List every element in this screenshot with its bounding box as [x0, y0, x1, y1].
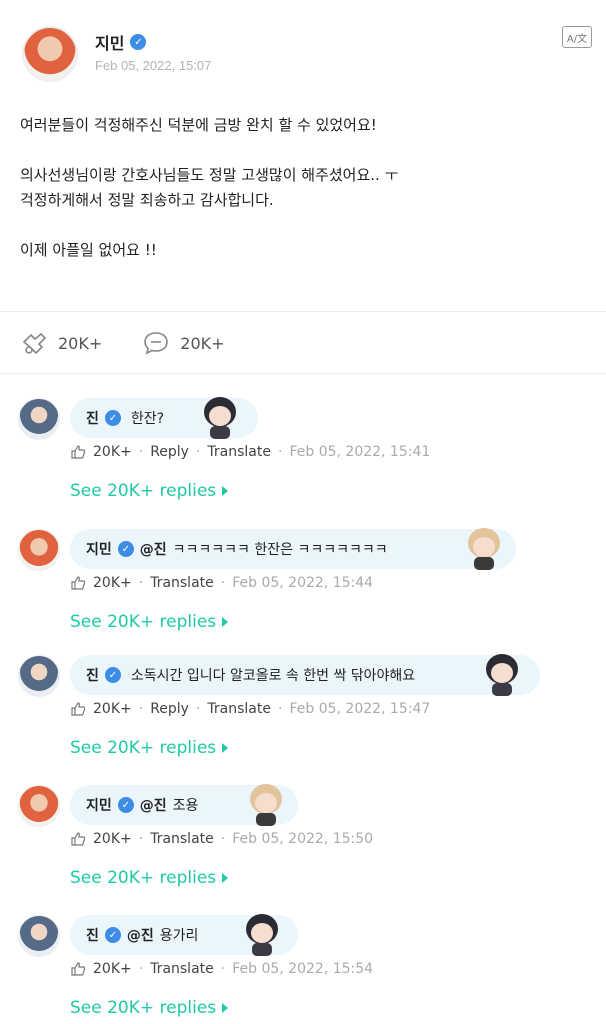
- comment-time: Feb 05, 2022, 15:50: [232, 831, 374, 847]
- translate-button[interactable]: Translate: [150, 831, 214, 847]
- translate-icon[interactable]: A/文: [562, 26, 592, 48]
- comment-text: 조용: [172, 798, 199, 814]
- translate-button[interactable]: Translate: [150, 961, 214, 977]
- post-date: Feb 05, 2022, 15:07: [95, 58, 212, 73]
- jimin-sticker-icon: [250, 784, 282, 826]
- like-icon: [22, 332, 47, 355]
- verified-badge-icon: ✓: [104, 410, 121, 426]
- comment-stat[interactable]: 20K+: [142, 330, 225, 356]
- comment-bubble[interactable]: 진 ✓ 소독시간 입니다 알코올로 속 한번 싹 닦아야해요: [70, 655, 540, 695]
- post-paragraph: 이제 아플일 없어요 !!: [20, 241, 157, 259]
- see-replies-link[interactable]: See 20K+ replies: [70, 612, 229, 632]
- jin-sticker-icon: [246, 914, 278, 956]
- comment-avatar[interactable]: [18, 655, 60, 697]
- comment-icon: [144, 332, 169, 355]
- see-replies-label: See 20K+ replies: [70, 868, 217, 888]
- caret-right-icon: [222, 617, 229, 627]
- comment-like-count: 20K+: [93, 961, 132, 977]
- post-header: 지민 ✓ Feb 05, 2022, 15:07 A/文: [22, 26, 592, 86]
- comment-mention[interactable]: @진: [140, 539, 167, 559]
- comment-time: Feb 05, 2022, 15:44: [232, 575, 374, 591]
- thumbs-up-icon[interactable]: [70, 701, 86, 717]
- comment-like-count: 20K+: [93, 831, 132, 847]
- post-paragraph: 여러분들이 걱정해주신 덕분에 금방 완치 할 수 있었어요!: [20, 116, 377, 134]
- reply-button[interactable]: Reply: [150, 444, 189, 460]
- verified-badge-icon: ✓: [104, 927, 121, 943]
- caret-right-icon: [222, 486, 229, 496]
- see-replies-label: See 20K+ replies: [70, 998, 217, 1018]
- comment-time: Feb 05, 2022, 15:47: [289, 701, 431, 717]
- author-avatar[interactable]: [22, 26, 78, 82]
- verified-badge-icon: ✓: [117, 797, 134, 813]
- verified-badge-icon: ✓: [130, 34, 147, 50]
- jin-sticker-icon: [204, 397, 236, 439]
- caret-right-icon: [222, 743, 229, 753]
- comment-meta: 20K+ · Translate · Feb 05, 2022, 15:44: [70, 575, 373, 591]
- translate-button[interactable]: Translate: [207, 444, 271, 460]
- comment-avatar[interactable]: [18, 398, 60, 440]
- see-replies-link[interactable]: See 20K+ replies: [70, 868, 229, 888]
- comment-author[interactable]: 진: [86, 408, 99, 428]
- comment-bubble[interactable]: 지민 ✓ @진 ㅋㅋㅋㅋㅋㅋ 한잔은 ㅋㅋㅋㅋㅋㅋㅋ: [70, 529, 516, 569]
- verified-badge-icon: ✓: [117, 541, 134, 557]
- comment-like-count: 20K+: [93, 444, 132, 460]
- thumbs-up-icon[interactable]: [70, 575, 86, 591]
- comment-text: 한잔?: [130, 411, 165, 427]
- comment-text: 용가리: [159, 928, 199, 944]
- comment-count: 20K+: [180, 333, 225, 353]
- author-row: 지민 ✓: [95, 30, 147, 54]
- thumbs-up-icon[interactable]: [70, 961, 86, 977]
- comment-like-count: 20K+: [93, 575, 132, 591]
- comment-mention[interactable]: @진: [127, 925, 154, 945]
- comment-avatar[interactable]: [18, 529, 60, 571]
- see-replies-label: See 20K+ replies: [70, 612, 217, 632]
- translate-button[interactable]: Translate: [150, 575, 214, 591]
- post-stats: 20K+ 20K+: [20, 330, 225, 356]
- reply-button[interactable]: Reply: [150, 701, 189, 717]
- post-paragraph: 의사선생님이랑 간호사님들도 정말 고생많이 해주셨어요.. ㅜ 걱정하게해서 …: [20, 166, 399, 209]
- comment-text: ㅋㅋㅋㅋㅋㅋ 한잔은 ㅋㅋㅋㅋㅋㅋㅋ: [172, 542, 388, 558]
- divider: [0, 311, 606, 312]
- see-replies-label: See 20K+ replies: [70, 738, 217, 758]
- comment-time: Feb 05, 2022, 15:41: [289, 444, 431, 460]
- thumbs-up-icon[interactable]: [70, 444, 86, 460]
- comment-author[interactable]: 진: [86, 665, 99, 685]
- comment-meta: 20K+ · Reply · Translate · Feb 05, 2022,…: [70, 444, 430, 460]
- comment-mention[interactable]: @진: [140, 795, 167, 815]
- author-name[interactable]: 지민: [95, 30, 124, 54]
- comment-meta: 20K+ · Translate · Feb 05, 2022, 15:50: [70, 831, 373, 847]
- see-replies-link[interactable]: See 20K+ replies: [70, 998, 229, 1018]
- see-replies-link[interactable]: See 20K+ replies: [70, 481, 229, 501]
- like-count: 20K+: [58, 333, 103, 353]
- comment-like-count: 20K+: [93, 701, 132, 717]
- comment-meta: 20K+ · Translate · Feb 05, 2022, 15:54: [70, 961, 373, 977]
- like-stat[interactable]: 20K+: [20, 330, 102, 356]
- post-body: 여러분들이 걱정해주신 덕분에 금방 완치 할 수 있었어요! 의사선생님이랑 …: [20, 113, 590, 288]
- comment-meta: 20K+ · Reply · Translate · Feb 05, 2022,…: [70, 701, 430, 717]
- comment-text: 소독시간 입니다 알코올로 속 한번 싹 닦아야해요: [130, 668, 416, 684]
- comment-author[interactable]: 진: [86, 925, 99, 945]
- see-replies-label: See 20K+ replies: [70, 481, 217, 501]
- divider: [0, 373, 606, 374]
- comment-time: Feb 05, 2022, 15:54: [232, 961, 374, 977]
- jimin-sticker-icon: [468, 528, 500, 570]
- caret-right-icon: [222, 1003, 229, 1013]
- see-replies-link[interactable]: See 20K+ replies: [70, 738, 229, 758]
- comment-author[interactable]: 지민: [86, 795, 112, 815]
- translate-button[interactable]: Translate: [207, 701, 271, 717]
- caret-right-icon: [222, 873, 229, 883]
- verified-badge-icon: ✓: [104, 667, 121, 683]
- comment-avatar[interactable]: [18, 785, 60, 827]
- comment-avatar[interactable]: [18, 915, 60, 957]
- thumbs-up-icon[interactable]: [70, 831, 86, 847]
- jin-sticker-icon: [486, 654, 518, 696]
- comment-author[interactable]: 지민: [86, 539, 112, 559]
